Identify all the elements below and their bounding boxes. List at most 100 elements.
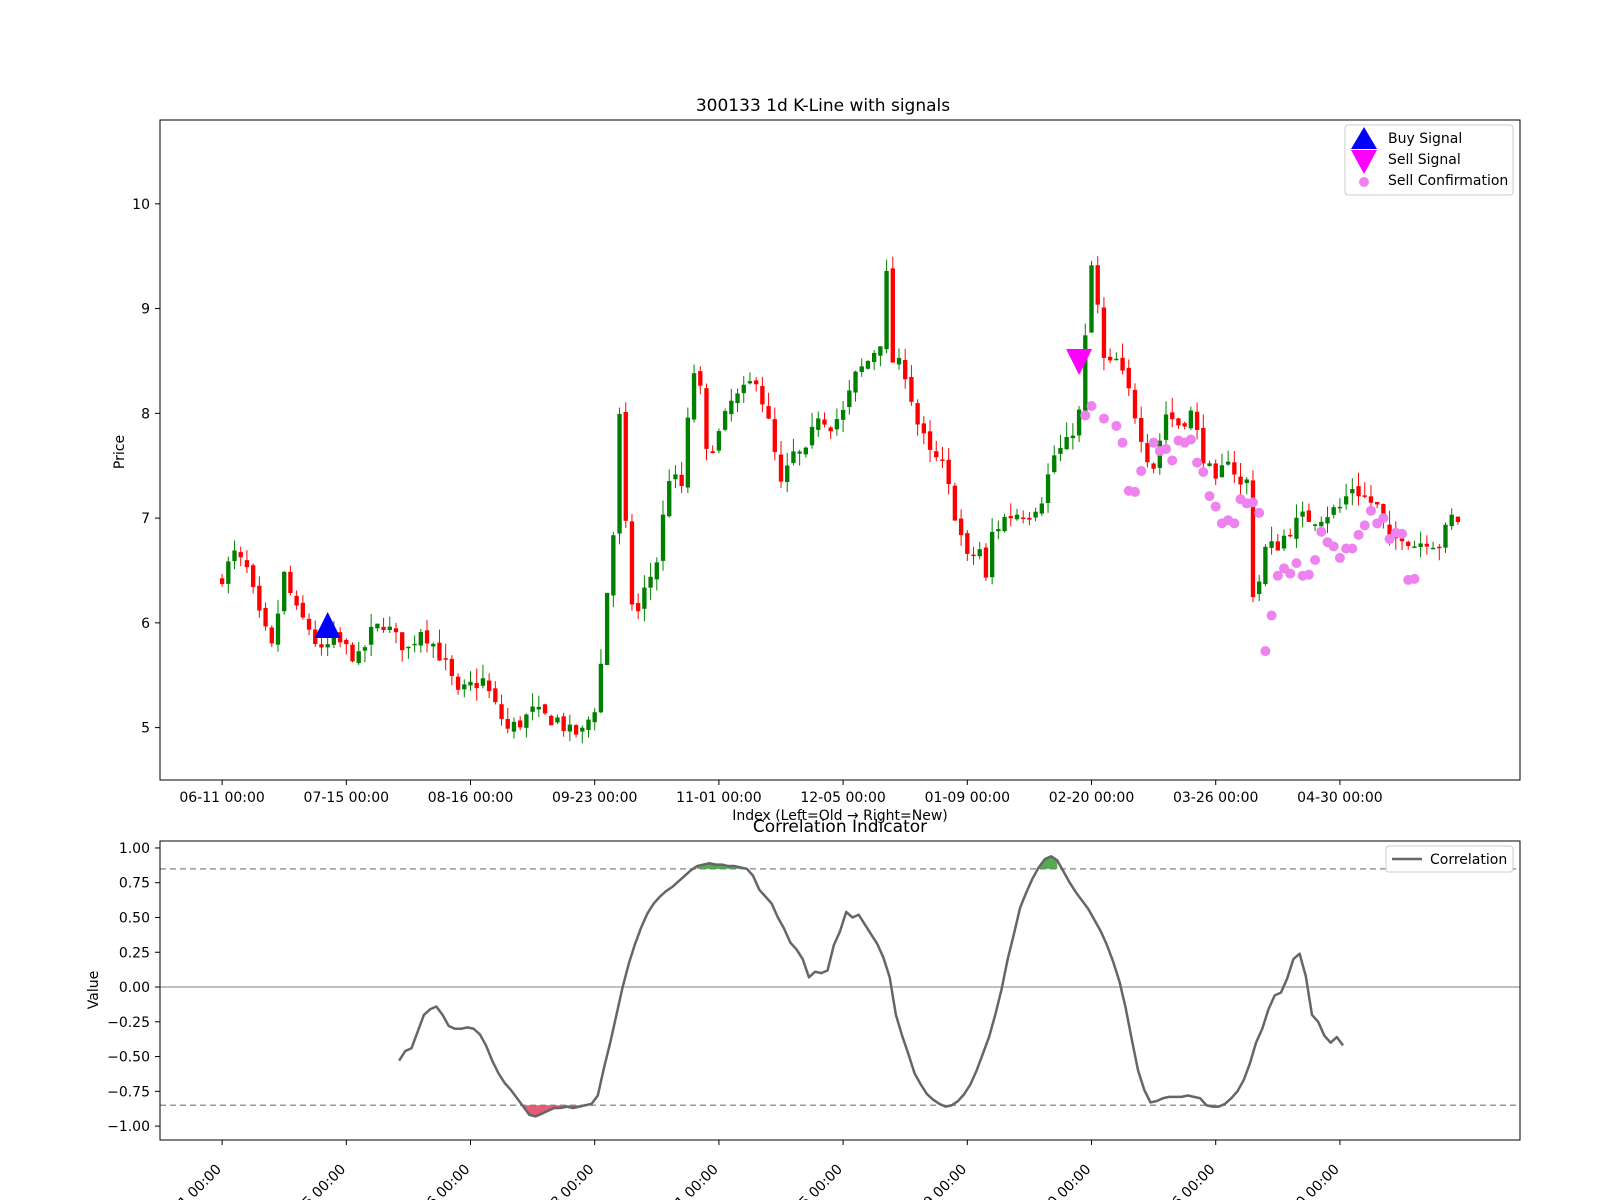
kline-y-axis-label: Price bbox=[112, 435, 128, 469]
candle-body bbox=[617, 413, 622, 534]
kline-title: 300133 1d K-Line with signals bbox=[696, 96, 950, 116]
candle-body bbox=[1356, 486, 1361, 497]
corr-axes: 1.00 0.75 0.50 0.25 0.00 −0.25 −0.50 −0.75 −1.00… bbox=[107, 841, 1343, 1200]
candle-body bbox=[1021, 517, 1026, 520]
legend-confirm-label: Sell Confirmation bbox=[1388, 173, 1508, 189]
candle-body bbox=[667, 481, 672, 517]
candle-body bbox=[493, 688, 498, 703]
sell-confirmation-marker bbox=[1359, 520, 1370, 531]
candle-body bbox=[1052, 455, 1057, 473]
candle-body bbox=[679, 474, 684, 487]
candle-body bbox=[1455, 516, 1461, 523]
candle-body bbox=[344, 639, 349, 645]
candle-body bbox=[1151, 463, 1156, 469]
candle-body bbox=[673, 474, 678, 480]
candle-body bbox=[1300, 511, 1305, 517]
candle-body bbox=[840, 409, 846, 420]
candle-body bbox=[1238, 476, 1243, 485]
kline-x-tick-label: 12-05 00:00 bbox=[800, 790, 885, 806]
candle-body bbox=[561, 716, 566, 732]
candle-body bbox=[549, 715, 554, 726]
candle-body bbox=[816, 418, 821, 430]
candle-body bbox=[1139, 417, 1144, 442]
sell-confirmation-marker bbox=[1204, 491, 1215, 502]
sell-confirmation-marker bbox=[1316, 526, 1327, 537]
sell-confirmation-marker bbox=[1247, 497, 1258, 508]
corr-y-tick-label: −0.25 bbox=[107, 1015, 150, 1031]
candle-body bbox=[1045, 474, 1051, 503]
candle-body bbox=[915, 403, 920, 425]
candle-body bbox=[455, 676, 461, 690]
candle-body bbox=[468, 681, 473, 686]
kline-y-tick-label: 6 bbox=[141, 616, 150, 632]
candle-body bbox=[952, 485, 958, 521]
candle-body bbox=[1430, 547, 1436, 550]
candle-body bbox=[480, 678, 486, 686]
candle-body bbox=[1343, 496, 1349, 505]
sell-confirmation-marker bbox=[1148, 437, 1159, 448]
corr-y-tick-label: 0.00 bbox=[119, 980, 150, 996]
candle-body bbox=[691, 373, 697, 420]
kline-y-tick-label: 10 bbox=[132, 197, 150, 213]
legend-sell-label: Sell Signal bbox=[1388, 152, 1461, 168]
kline-y-tick-label: 7 bbox=[141, 511, 150, 527]
corr-plot-area bbox=[160, 855, 1520, 1118]
sell-confirmation-marker bbox=[1266, 610, 1277, 621]
kline-x-tick-label: 06-11 00:00 bbox=[179, 790, 264, 806]
candle-body bbox=[257, 585, 262, 611]
candle-body bbox=[387, 626, 392, 631]
candle-body bbox=[760, 386, 765, 405]
sell-confirmation-marker bbox=[1285, 568, 1296, 579]
candle-body bbox=[716, 431, 722, 451]
candle-body bbox=[406, 646, 411, 649]
candle-body bbox=[393, 628, 399, 633]
candle-body bbox=[977, 549, 982, 557]
candle-body bbox=[1306, 510, 1312, 522]
kline-x-tick-label: 02-20 00:00 bbox=[1049, 790, 1134, 806]
candle-body bbox=[542, 704, 548, 714]
candle-body bbox=[518, 720, 523, 728]
candle-body bbox=[250, 565, 256, 587]
candle-body bbox=[1412, 546, 1417, 548]
candle-body bbox=[803, 447, 809, 455]
corr-y-tick-label: 0.50 bbox=[119, 910, 150, 926]
candle-body bbox=[685, 417, 691, 488]
candle-body bbox=[449, 658, 455, 677]
candle-body bbox=[356, 651, 361, 664]
sell-confirmation-marker bbox=[1136, 465, 1147, 476]
candle-body bbox=[294, 595, 299, 606]
kline-x-tick-label: 11-01 00:00 bbox=[676, 790, 761, 806]
candle-body bbox=[1232, 462, 1237, 475]
corr-y-axis-label: Value bbox=[86, 971, 102, 1009]
corr-x-tick-label: 06-11 00:00 bbox=[153, 1162, 225, 1200]
sell-confirmation-marker bbox=[1365, 505, 1376, 516]
candle-body bbox=[996, 529, 1001, 532]
kline-x-tick-label: 04-30 00:00 bbox=[1297, 790, 1382, 806]
candle-body bbox=[1120, 357, 1125, 371]
candle-body bbox=[486, 680, 492, 692]
candle-body bbox=[753, 380, 759, 385]
candle-body bbox=[474, 682, 479, 689]
candle-body bbox=[604, 592, 610, 665]
kline-x-tick-label: 09-23 00:00 bbox=[552, 790, 637, 806]
candle-body bbox=[1443, 524, 1448, 548]
candle-body bbox=[1070, 435, 1076, 439]
sell-confirmation-marker bbox=[1328, 541, 1339, 552]
candle-body bbox=[263, 607, 268, 627]
candle-body bbox=[797, 451, 802, 454]
candle-body bbox=[1418, 543, 1423, 547]
candle-body bbox=[431, 643, 436, 647]
candle-body bbox=[275, 613, 281, 645]
candle-body bbox=[1101, 307, 1107, 358]
candle-body bbox=[1225, 461, 1231, 465]
candle-body bbox=[238, 552, 243, 558]
candle-body bbox=[1194, 411, 1200, 430]
candle-body bbox=[1014, 514, 1020, 520]
candle-body bbox=[859, 366, 864, 373]
candle-body bbox=[368, 626, 374, 645]
sell-confirmation-marker bbox=[1210, 501, 1221, 512]
kline-x-tick-label: 07-15 00:00 bbox=[304, 790, 389, 806]
kline-plot-area bbox=[219, 256, 1461, 744]
corr-y-tick-label: 1.00 bbox=[119, 841, 150, 857]
candle-body bbox=[499, 704, 504, 720]
